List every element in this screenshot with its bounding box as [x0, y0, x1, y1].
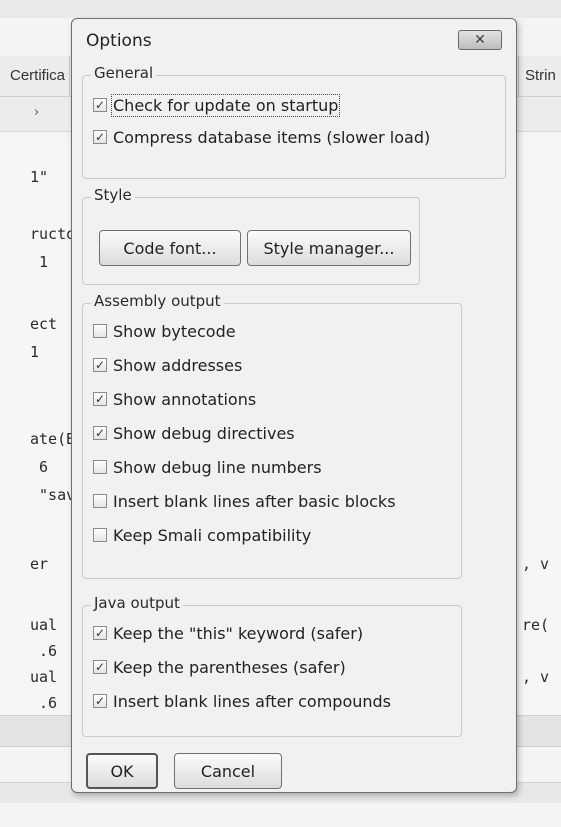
code-line: "sav — [30, 486, 76, 504]
checkbox-label: Show addresses — [113, 355, 243, 375]
style-group: Style Code font... Style manager... — [82, 186, 420, 285]
background-tab-strings[interactable]: Strin — [518, 56, 561, 96]
checkbox-label: Show debug line numbers — [113, 457, 322, 477]
show-bytecode-checkbox[interactable]: Show bytecode — [93, 318, 236, 344]
code-font-button[interactable]: Code font... — [99, 230, 241, 266]
compress-database-checkbox[interactable]: ✓ Compress database items (slower load) — [93, 124, 430, 150]
insert-blank-lines-compounds-checkbox[interactable]: ✓ Insert blank lines after compounds — [93, 688, 391, 714]
cancel-button[interactable]: Cancel — [174, 753, 282, 789]
code-line: 1 — [30, 253, 49, 271]
background-subheader-glyph: › — [34, 105, 40, 120]
code-line: ate(B — [30, 430, 76, 448]
checkbox-box[interactable]: ✓ — [93, 626, 107, 640]
show-debug-directives-checkbox[interactable]: ✓ Show debug directives — [93, 420, 295, 446]
code-line: .6 — [30, 642, 58, 660]
checkbox-box[interactable]: ✓ — [93, 660, 107, 674]
assembly-output-group-label: Assembly output — [91, 292, 224, 310]
show-debug-line-numbers-checkbox[interactable]: Show debug line numbers — [93, 454, 322, 480]
background-top-strip — [0, 0, 561, 18]
show-annotations-checkbox[interactable]: ✓ Show annotations — [93, 386, 256, 412]
keep-this-keyword-checkbox[interactable]: ✓ Keep the "this" keyword (safer) — [93, 620, 363, 646]
background-tab-certificate[interactable]: Certifica — [0, 56, 70, 96]
checkbox-box[interactable]: ✓ — [93, 426, 107, 440]
checkbox-label: Compress database items (slower load) — [113, 127, 431, 147]
checkbox-box[interactable]: ✓ — [93, 358, 107, 372]
keep-parentheses-checkbox[interactable]: ✓ Keep the parentheses (safer) — [93, 654, 346, 680]
style-manager-button[interactable]: Style manager... — [247, 230, 411, 266]
assembly-output-group: Assembly output Show bytecode ✓ Show add… — [82, 292, 462, 579]
checkbox-box[interactable] — [93, 494, 107, 508]
checkbox-box[interactable]: ✓ — [93, 694, 107, 708]
java-output-group-label: Java output — [91, 594, 183, 612]
keep-smali-compatibility-checkbox[interactable]: Keep Smali compatibility — [93, 522, 311, 548]
options-dialog: Options ✕ General ✓ Check for update on … — [71, 18, 517, 793]
java-output-group: Java output ✓ Keep the "this" keyword (s… — [82, 594, 462, 737]
checkbox-label: Insert blank lines after compounds — [113, 691, 391, 711]
code-line: , v — [522, 668, 550, 686]
close-button[interactable]: ✕ — [458, 30, 502, 50]
dialog-titlebar[interactable]: Options ✕ — [72, 19, 516, 63]
checkbox-label: Show bytecode — [113, 321, 236, 341]
code-line: .6 — [30, 694, 58, 712]
code-line: 6 — [30, 458, 49, 476]
close-icon: ✕ — [474, 32, 486, 48]
check-for-update-checkbox[interactable]: ✓ Check for update on startup — [93, 92, 341, 118]
code-line: 1" — [30, 168, 49, 186]
checkbox-label: Insert blank lines after basic blocks — [113, 491, 396, 511]
dialog-title: Options — [86, 31, 152, 51]
style-group-label: Style — [91, 186, 135, 204]
code-line: ual — [30, 668, 58, 686]
checkbox-box[interactable] — [93, 460, 107, 474]
code-line: er — [30, 555, 49, 573]
general-group-label: General — [91, 64, 157, 82]
checkbox-box[interactable]: ✓ — [93, 130, 107, 144]
show-addresses-checkbox[interactable]: ✓ Show addresses — [93, 352, 242, 378]
code-line: ructo — [30, 225, 76, 243]
code-line: ect — [30, 315, 58, 333]
checkbox-label: Show debug directives — [113, 423, 295, 443]
checkbox-box[interactable]: ✓ — [93, 392, 107, 406]
checkbox-label: Show annotations — [113, 389, 257, 409]
insert-blank-lines-basic-blocks-checkbox[interactable]: Insert blank lines after basic blocks — [93, 488, 396, 514]
code-line: 1 — [30, 343, 40, 361]
code-line: ual — [30, 616, 58, 634]
general-group: General ✓ Check for update on startup ✓ … — [82, 64, 506, 179]
ok-button[interactable]: OK — [86, 753, 158, 789]
checkbox-label: Keep the "this" keyword (safer) — [113, 623, 364, 643]
checkbox-box[interactable] — [93, 324, 107, 338]
checkbox-label: Keep the parentheses (safer) — [113, 657, 346, 677]
code-line: re( — [522, 616, 550, 634]
checkbox-label: Keep Smali compatibility — [113, 525, 312, 545]
checkbox-label: Check for update on startup — [110, 93, 341, 117]
checkbox-box[interactable]: ✓ — [93, 98, 107, 112]
code-line: , v — [522, 555, 550, 573]
checkbox-box[interactable] — [93, 528, 107, 542]
